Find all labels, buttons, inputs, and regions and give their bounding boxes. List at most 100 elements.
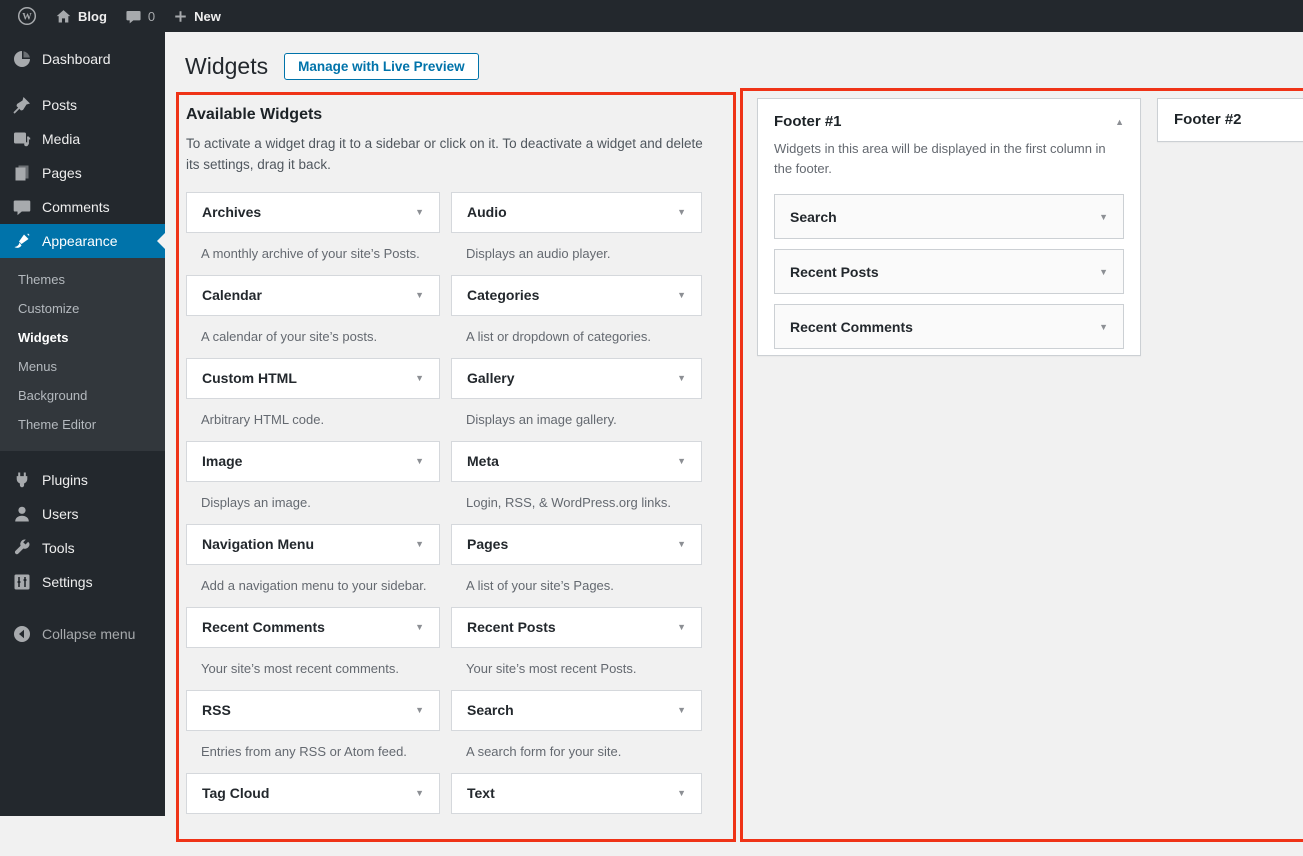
area-widget-search[interactable]: Search ▼: [774, 194, 1124, 239]
widget-card-archives[interactable]: Archives ▼: [186, 192, 440, 233]
widget-description: A search form for your site.: [466, 744, 702, 759]
sidebar-item-comments[interactable]: Comments: [0, 190, 165, 224]
sidebar-item-users[interactable]: Users: [0, 497, 165, 531]
widget-card-rss[interactable]: RSS ▼: [186, 690, 440, 731]
collapse-menu-label: Collapse menu: [42, 626, 135, 642]
submenu-item-menus[interactable]: Menus: [0, 352, 165, 381]
available-widgets-panel: Available Widgets To activate a widget d…: [186, 106, 726, 856]
widget-card-gallery[interactable]: Gallery ▼: [451, 358, 702, 399]
widget-cell: Calendar ▼ A calendar of your site’s pos…: [186, 275, 440, 358]
chevron-down-icon: ▼: [677, 788, 686, 798]
available-widgets-title: Available Widgets: [186, 106, 726, 124]
widget-card-audio[interactable]: Audio ▼: [451, 192, 702, 233]
submenu-item-background[interactable]: Background: [0, 381, 165, 410]
wordpress-logo-menu[interactable]: W: [8, 0, 46, 32]
widget-cell: Gallery ▼ Displays an image gallery.: [451, 358, 702, 441]
sidebar-item-posts[interactable]: Posts: [0, 88, 165, 122]
wrench-icon: [12, 538, 32, 558]
chevron-down-icon: ▼: [415, 290, 424, 300]
widget-card-search[interactable]: Search ▼: [451, 690, 702, 731]
widget-description: Arbitrary HTML code.: [201, 412, 440, 427]
submenu-item-theme-editor[interactable]: Theme Editor: [0, 410, 165, 439]
chevron-down-icon: ▼: [677, 705, 686, 715]
widget-description: Your site’s most recent comments.: [201, 661, 440, 676]
widget-cell: Categories ▼ A list or dropdown of categ…: [451, 275, 702, 358]
widget-card-pages[interactable]: Pages ▼: [451, 524, 702, 565]
submenu-item-themes[interactable]: Themes: [0, 265, 165, 294]
widget-title: Recent Posts: [467, 619, 556, 635]
widget-card-recent-posts[interactable]: Recent Posts ▼: [451, 607, 702, 648]
widget-cell: Archives ▼ A monthly archive of your sit…: [186, 192, 440, 275]
chevron-down-icon: ▼: [677, 290, 686, 300]
area-widget-recent-comments[interactable]: Recent Comments ▼: [774, 304, 1124, 349]
widget-description: Add a navigation menu to your sidebar.: [201, 578, 440, 593]
sidebar-item-settings[interactable]: Settings: [0, 565, 165, 599]
dashboard-icon: [12, 49, 32, 69]
widget-card-image[interactable]: Image ▼: [186, 441, 440, 482]
admin-bar-new-button[interactable]: New: [164, 0, 230, 32]
chevron-up-icon[interactable]: ▲: [1115, 117, 1124, 127]
widget-title: Gallery: [467, 370, 514, 386]
sidebar-item-plugins[interactable]: Plugins: [0, 463, 165, 497]
area-widget-recent-posts[interactable]: Recent Posts ▼: [774, 249, 1124, 294]
admin-bar-comments[interactable]: 0: [116, 0, 164, 32]
manage-live-preview-button[interactable]: Manage with Live Preview: [284, 53, 479, 80]
widget-card-calendar[interactable]: Calendar ▼: [186, 275, 440, 316]
widget-cell: Audio ▼ Displays an audio player.: [451, 192, 702, 275]
chevron-down-icon: ▼: [415, 373, 424, 383]
widget-title: Audio: [467, 204, 507, 220]
widget-area-header[interactable]: Footer #2: [1174, 111, 1303, 128]
comments-icon: [12, 197, 32, 217]
admin-bar-site-link[interactable]: Blog: [46, 0, 116, 32]
available-widgets-grid: Archives ▼ A monthly archive of your sit…: [186, 192, 726, 856]
chevron-down-icon: ▼: [415, 788, 424, 798]
widget-card-categories[interactable]: Categories ▼: [451, 275, 702, 316]
widget-card-text[interactable]: Text ▼: [451, 773, 702, 814]
widget-description: Login, RSS, & WordPress.org links.: [466, 495, 702, 510]
submenu-item-customize[interactable]: Customize: [0, 294, 165, 323]
sidebar-item-pages[interactable]: Pages: [0, 156, 165, 190]
widget-title: Recent Comments: [202, 619, 325, 635]
pages-icon: [12, 163, 32, 183]
available-widgets-description: To activate a widget drag it to a sideba…: [186, 134, 713, 176]
sidebar-item-label: Posts: [42, 97, 77, 113]
admin-bar-new-label: New: [194, 9, 221, 24]
chevron-down-icon: ▼: [677, 622, 686, 632]
sidebar-item-tools[interactable]: Tools: [0, 531, 165, 565]
active-menu-arrow: [157, 233, 165, 249]
pushpin-icon: [12, 95, 32, 115]
wordpress-logo-icon: W: [17, 6, 37, 26]
widget-area-description: Widgets in this area will be displayed i…: [774, 139, 1126, 179]
appearance-submenu: Themes Customize Widgets Menus Backgroun…: [0, 258, 165, 451]
widget-title: Pages: [467, 536, 508, 552]
submenu-item-widgets[interactable]: Widgets: [0, 323, 165, 352]
widget-title: Meta: [467, 453, 499, 469]
widget-description: Your site’s most recent Posts.: [466, 661, 702, 676]
widget-area-header[interactable]: Footer #1 ▲: [774, 113, 1124, 130]
widget-area-title: Footer #2: [1174, 111, 1242, 128]
widget-description: A list of your site’s Pages.: [466, 578, 702, 593]
widget-area-footer-2: Footer #2: [1157, 98, 1303, 142]
widget-cell: RSS ▼ Entries from any RSS or Atom feed.: [186, 690, 440, 773]
comment-bubble-icon: [125, 8, 142, 25]
widget-title: Recent Posts: [790, 264, 879, 280]
widget-description: Displays an image gallery.: [466, 412, 702, 427]
widget-card-meta[interactable]: Meta ▼: [451, 441, 702, 482]
sidebar-item-label: Settings: [42, 574, 93, 590]
widget-card-tag-cloud[interactable]: Tag Cloud ▼: [186, 773, 440, 814]
widget-title: Calendar: [202, 287, 262, 303]
widget-title: Image: [202, 453, 242, 469]
widget-cell: Custom HTML ▼ Arbitrary HTML code.: [186, 358, 440, 441]
widget-cell: Recent Posts ▼ Your site’s most recent P…: [451, 607, 702, 690]
widget-cell: Navigation Menu ▼ Add a navigation menu …: [186, 524, 440, 607]
widget-title: Recent Comments: [790, 319, 913, 335]
widget-title: RSS: [202, 702, 231, 718]
sidebar-item-appearance[interactable]: Appearance: [0, 224, 165, 258]
widget-card-custom-html[interactable]: Custom HTML ▼: [186, 358, 440, 399]
collapse-menu-button[interactable]: Collapse menu: [0, 617, 165, 651]
sidebar-item-dashboard[interactable]: Dashboard: [0, 42, 165, 76]
sidebar-item-media[interactable]: Media: [0, 122, 165, 156]
widget-card-navigation-menu[interactable]: Navigation Menu ▼: [186, 524, 440, 565]
chevron-down-icon: ▼: [1099, 322, 1108, 332]
widget-card-recent-comments[interactable]: Recent Comments ▼: [186, 607, 440, 648]
